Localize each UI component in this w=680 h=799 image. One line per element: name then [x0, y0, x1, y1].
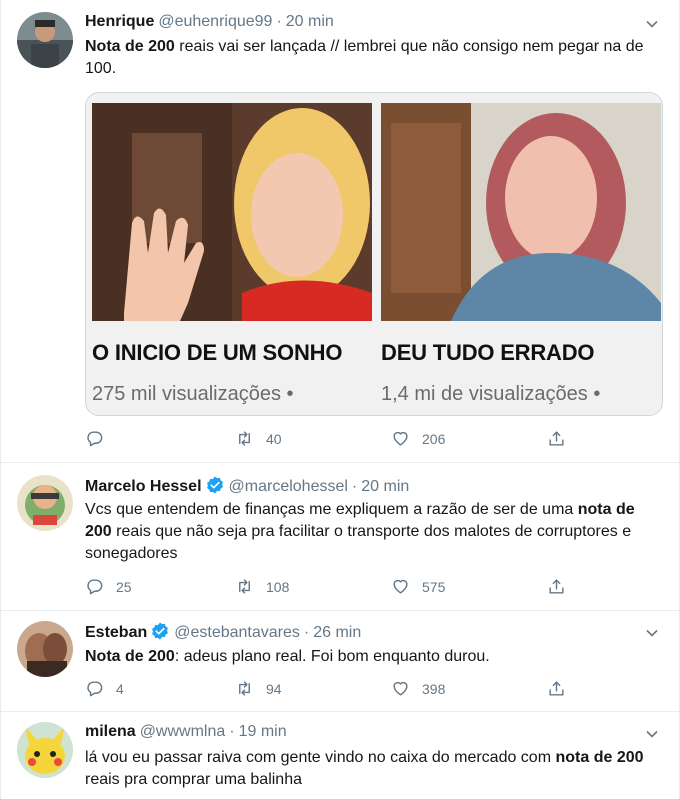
separator: ·: [303, 624, 310, 641]
reply-icon: [87, 681, 103, 697]
media-panel-right[interactable]: DEU TUDO ERRADO 1,4 mi de visualizações …: [375, 93, 662, 415]
like-button[interactable]: 575: [391, 577, 445, 596]
handle[interactable]: @euhenrique99: [158, 13, 272, 30]
text-bold: nota de 200: [555, 749, 644, 766]
reply-button[interactable]: 4: [85, 679, 124, 698]
video-thumbnail-right: [381, 103, 661, 321]
chevron-down-icon[interactable]: [645, 626, 659, 640]
display-name[interactable]: Esteban: [85, 624, 147, 641]
timestamp[interactable]: 20 min: [361, 478, 409, 495]
retweet-icon: [239, 579, 250, 594]
reply-icon: [87, 431, 103, 447]
retweet-button[interactable]: 40: [235, 429, 282, 448]
like-icon: [393, 579, 408, 594]
retweet-count: 94: [266, 680, 282, 697]
text-plain: : adeus plano real. Foi bom enquanto dur…: [174, 648, 490, 665]
reply-count: 4: [116, 680, 124, 697]
like-count: 575: [422, 578, 446, 595]
text-plain: reais pra comprar uma balinha: [85, 771, 302, 788]
reply-button[interactable]: [85, 429, 116, 448]
like-count: 398: [422, 680, 446, 697]
display-name[interactable]: milena: [85, 723, 136, 740]
handle[interactable]: @wwwmlna: [140, 723, 226, 740]
share-button[interactable]: [547, 577, 566, 596]
separator: ·: [276, 13, 282, 30]
retweet-count: 40: [266, 430, 282, 447]
share-button[interactable]: [547, 679, 566, 698]
reply-icon: [87, 579, 103, 595]
media-card[interactable]: O INICIO DE UM SONHO 275 mil visualizaçõ…: [85, 92, 663, 416]
share-button[interactable]: [547, 429, 566, 448]
reply-button[interactable]: 25: [85, 577, 132, 596]
like-icon: [393, 431, 408, 446]
tweet[interactable]: Marcelo Hessel @marcelohessel · 20 min Vcs …: [1, 463, 679, 611]
verified-icon: [206, 476, 223, 494]
retweet-button[interactable]: 108: [235, 577, 289, 596]
chevron-down-icon[interactable]: [645, 17, 659, 31]
tweet[interactable]: Esteban @estebantavares · 26 min Nota de 20…: [1, 611, 679, 712]
tweet-actions: 4 94 398: [85, 679, 575, 699]
tweet-actions: 25 108 575: [85, 577, 575, 597]
video-thumbnail-left: [92, 103, 372, 321]
like-button[interactable]: 206: [391, 429, 445, 448]
tweet-text: Vcs que entendem de finanças me explique…: [85, 499, 665, 565]
tweet-text: Nota de 200 reais vai ser lançada // lem…: [85, 36, 665, 80]
tweet-header: Esteban @estebantavares · 26 min: [85, 621, 361, 643]
reply-count: 25: [116, 578, 132, 595]
retweet-button[interactable]: 94: [235, 679, 282, 698]
video-title-right[interactable]: DEU TUDO ERRADO: [381, 340, 595, 366]
timestamp[interactable]: 26 min: [313, 624, 361, 641]
separator: ·: [229, 723, 235, 740]
avatar[interactable]: [17, 12, 73, 68]
share-icon: [549, 431, 564, 446]
text-bold: Nota de 200: [85, 38, 175, 55]
retweet-count: 108: [266, 578, 290, 595]
tweet-header: milena @wwwmlna · 19 min: [85, 722, 287, 742]
verified-icon: [152, 622, 169, 640]
timestamp[interactable]: 20 min: [286, 13, 334, 30]
view-count-left: 275 mil visualizações •: [92, 383, 294, 405]
retweet-icon: [239, 681, 250, 696]
tweet[interactable]: Henrique @euhenrique99 · 20 min Nota de 200…: [1, 0, 679, 463]
text-plain: lá vou eu passar raiva com gente vindo n…: [85, 749, 556, 766]
share-icon: [549, 579, 564, 594]
tweet-text: Nota de 200: adeus plano real. Foi bom e…: [85, 646, 665, 668]
text-bold: Nota de 200: [85, 648, 175, 665]
display-name[interactable]: Marcelo Hessel: [85, 478, 202, 495]
view-count-right: 1,4 mi de visualizações •: [381, 383, 601, 405]
tweet-text: lá vou eu passar raiva com gente vindo n…: [85, 747, 665, 791]
display-name[interactable]: Henrique: [85, 13, 154, 30]
like-count: 206: [422, 430, 446, 447]
avatar[interactable]: [17, 621, 73, 677]
tweet-header: Marcelo Hessel @marcelohessel · 20 min: [85, 475, 409, 497]
share-icon: [549, 681, 564, 696]
avatar[interactable]: [17, 475, 73, 531]
chevron-down-icon[interactable]: [645, 727, 659, 741]
avatar[interactable]: [17, 722, 73, 778]
media-panel-left[interactable]: O INICIO DE UM SONHO 275 mil visualizaçõ…: [86, 93, 374, 415]
text-plain: Vcs que entendem de finanças me explique…: [85, 501, 578, 518]
like-icon: [393, 681, 408, 696]
tweet[interactable]: milena @wwwmlna · 19 min lá vou eu passar r…: [1, 712, 679, 799]
like-button[interactable]: 398: [391, 679, 445, 698]
text-plain: reais que não seja pra facilitar o trans…: [85, 523, 632, 562]
timestamp[interactable]: 19 min: [239, 723, 287, 740]
tweet-actions: 40 206: [85, 429, 575, 449]
tweet-header: Henrique @euhenrique99 · 20 min: [85, 12, 334, 32]
retweet-icon: [239, 431, 250, 446]
handle[interactable]: @estebantavares: [174, 624, 300, 641]
timeline-feed: Henrique @euhenrique99 · 20 min Nota de 200…: [0, 0, 680, 799]
video-title-left[interactable]: O INICIO DE UM SONHO: [92, 340, 342, 366]
separator: ·: [351, 478, 358, 495]
handle[interactable]: @marcelohessel: [229, 478, 348, 495]
